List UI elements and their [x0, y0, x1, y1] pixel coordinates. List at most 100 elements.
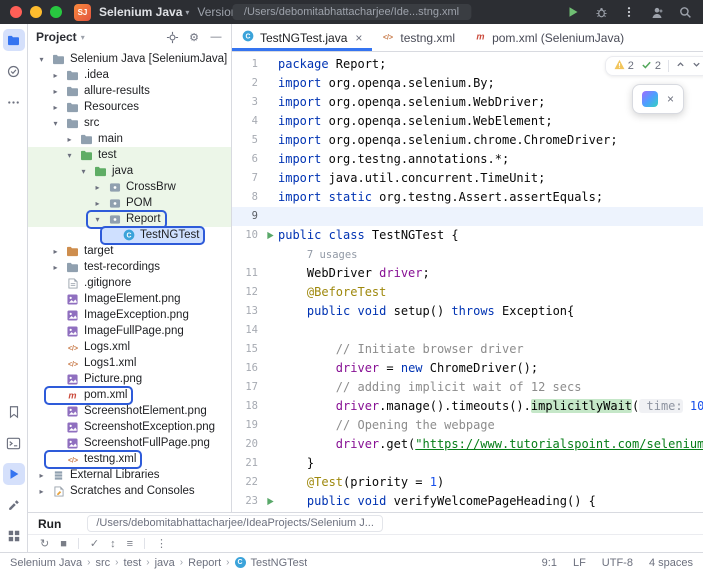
code-line[interactable]: 18 driver.manage().timeouts().implicitly… [232, 397, 703, 416]
tree-item-src[interactable]: ▾src [28, 115, 231, 131]
caret-position[interactable]: 9:1 [542, 557, 557, 569]
line-number[interactable]: 11 [232, 264, 262, 283]
line-number[interactable]: 14 [232, 321, 262, 340]
tree-item-resources[interactable]: ▸Resources [28, 99, 231, 115]
tree-item-gitignore[interactable]: .gitignore [28, 275, 231, 291]
line-number[interactable]: 12 [232, 283, 262, 302]
chevron-right-icon[interactable]: ▸ [92, 183, 103, 192]
tree-item-target[interactable]: ▸target [28, 243, 231, 259]
toolstrip-terminal-button[interactable] [3, 432, 25, 454]
code-line[interactable]: 7import java.util.concurrent.TimeUnit; [232, 169, 703, 188]
breadcrumb-item[interactable]: java [155, 557, 175, 569]
chevron-down-icon[interactable]: ▾ [36, 55, 47, 64]
toolstrip-commit-button[interactable] [3, 60, 25, 82]
line-number[interactable]: 8 [232, 188, 262, 207]
line-number[interactable]: 18 [232, 397, 262, 416]
line-number[interactable]: 20 [232, 435, 262, 454]
tree-item-test-recordings[interactable]: ▸test-recordings [28, 259, 231, 275]
toolstrip-services-button[interactable] [3, 525, 25, 547]
tree-item-idea[interactable]: ▸.idea [28, 67, 231, 83]
toolstrip-build-button[interactable] [3, 494, 25, 516]
chevron-down-icon[interactable]: ▾ [64, 151, 75, 160]
run-icon[interactable] [565, 4, 581, 20]
more-icon[interactable] [621, 4, 637, 20]
tree-item-crossbrw[interactable]: ▸CrossBrw [28, 179, 231, 195]
run-gutter-icon[interactable] [262, 492, 278, 511]
tree-item-screenshotelement-png[interactable]: ScreenshotElement.png [28, 403, 231, 419]
hide-panel-icon[interactable]: — [209, 30, 223, 44]
tree-item-screenshotfullpage-png[interactable]: ScreenshotFullPage.png [28, 435, 231, 451]
more-icon[interactable]: ⋮ [156, 537, 167, 550]
indent-style[interactable]: 4 spaces [649, 557, 693, 569]
close-window-button[interactable] [10, 6, 22, 18]
tree-item-pom[interactable]: ▸POM [28, 195, 231, 211]
line-number[interactable]: 10 [232, 226, 262, 245]
code-line[interactable]: 15 // Initiate browser driver [232, 340, 703, 359]
toolstrip-run-button[interactable] [3, 463, 25, 485]
line-number[interactable]: 15 [232, 340, 262, 359]
line-number[interactable]: 6 [232, 150, 262, 169]
tree-item-imageexception-png[interactable]: ImageException.png [28, 307, 231, 323]
tree-item-pom-xml[interactable]: mpom.xml [28, 387, 231, 403]
tree-item-picture-png[interactable]: Picture.png [28, 371, 231, 387]
breadcrumb-item[interactable]: test [124, 557, 142, 569]
line-number[interactable]: 9 [232, 207, 262, 226]
code-line[interactable]: 17 // adding implicit wait of 12 secs [232, 378, 703, 397]
line-number[interactable]: 13 [232, 302, 262, 321]
code-line[interactable]: 9 [232, 207, 703, 226]
prev-problem-icon[interactable] [676, 60, 685, 72]
breadcrumb-item[interactable]: Report [188, 557, 221, 569]
tree-item-logs1-xml[interactable]: </>Logs1.xml [28, 355, 231, 371]
line-number[interactable] [232, 245, 262, 264]
debug-icon[interactable] [593, 4, 609, 20]
tree-item-testngtest[interactable]: CTestNGTest [28, 227, 231, 243]
tree-item-allure-results[interactable]: ▸allure-results [28, 83, 231, 99]
chevron-right-icon[interactable]: ▸ [36, 471, 47, 480]
code-line[interactable]: 12 @BeforeTest [232, 283, 703, 302]
code-line[interactable]: 7 usages [232, 245, 703, 264]
code-line[interactable]: 13 public void setup() throws Exception{ [232, 302, 703, 321]
codewithme-icon[interactable] [649, 4, 665, 20]
chevron-down-icon[interactable]: ▾ [78, 167, 89, 176]
close-icon[interactable]: × [355, 31, 362, 45]
tree-item-report[interactable]: ▾Report [28, 211, 231, 227]
toolstrip-more-button[interactable] [3, 91, 25, 113]
chevron-right-icon[interactable]: ▸ [50, 103, 61, 112]
inspections-widget[interactable]: 2 2 [605, 56, 703, 76]
toolstrip-project-button[interactable] [3, 29, 25, 51]
line-number[interactable]: 7 [232, 169, 262, 188]
breadcrumb-item[interactable]: src [96, 557, 111, 569]
chevron-right-icon[interactable]: ▸ [50, 71, 61, 80]
code-line[interactable]: 22 @Test(priority = 1) [232, 473, 703, 492]
project-panel-title[interactable]: Project [36, 30, 77, 44]
run-tab[interactable]: Run [38, 517, 61, 531]
minimize-window-button[interactable] [30, 6, 42, 18]
editor-tab[interactable]: CTestNGTest.java× [232, 24, 372, 51]
editor-tab[interactable]: </>testng.xml [372, 24, 465, 51]
sort-icon[interactable]: ↕ [110, 538, 116, 550]
line-number[interactable]: 22 [232, 473, 262, 492]
code-line[interactable]: 4import org.openqa.selenium.WebElement; [232, 112, 703, 131]
open-file-path[interactable]: /Users/debomitabhattacharjee/Ide...stng.… [232, 4, 471, 20]
code-line[interactable]: 8import static org.testng.Assert.assertE… [232, 188, 703, 207]
chevron-right-icon[interactable]: ▸ [50, 87, 61, 96]
breadcrumb-item[interactable]: TestNGTest [251, 557, 308, 569]
warnings-group[interactable]: 2 [614, 59, 634, 73]
tree-item-testng-xml[interactable]: </>testng.xml [28, 451, 231, 467]
line-number[interactable]: 17 [232, 378, 262, 397]
stop-icon[interactable]: ■ [60, 538, 67, 550]
line-number[interactable]: 21 [232, 454, 262, 473]
line-number[interactable]: 5 [232, 131, 262, 150]
chevron-right-icon[interactable]: ▸ [50, 247, 61, 256]
tree-item-external-libraries[interactable]: ▸External Libraries [28, 467, 231, 483]
breadcrumb-item[interactable]: Selenium Java [10, 557, 82, 569]
chevron-down-icon[interactable]: ▾ [50, 119, 61, 128]
list-icon[interactable]: ≡ [127, 538, 133, 550]
code-line[interactable]: 16 driver = new ChromeDriver(); [232, 359, 703, 378]
line-number[interactable]: 1 [232, 55, 262, 74]
code-line[interactable]: 23 public void verifyWelcomePageHeading(… [232, 492, 703, 511]
tree-item-imageelement-png[interactable]: ImageElement.png [28, 291, 231, 307]
run-config-path[interactable]: /Users/debomitabhattacharjee/IdeaProject… [87, 515, 383, 532]
next-problem-icon[interactable] [692, 60, 701, 72]
tree-item-logs-xml[interactable]: </>Logs.xml [28, 339, 231, 355]
